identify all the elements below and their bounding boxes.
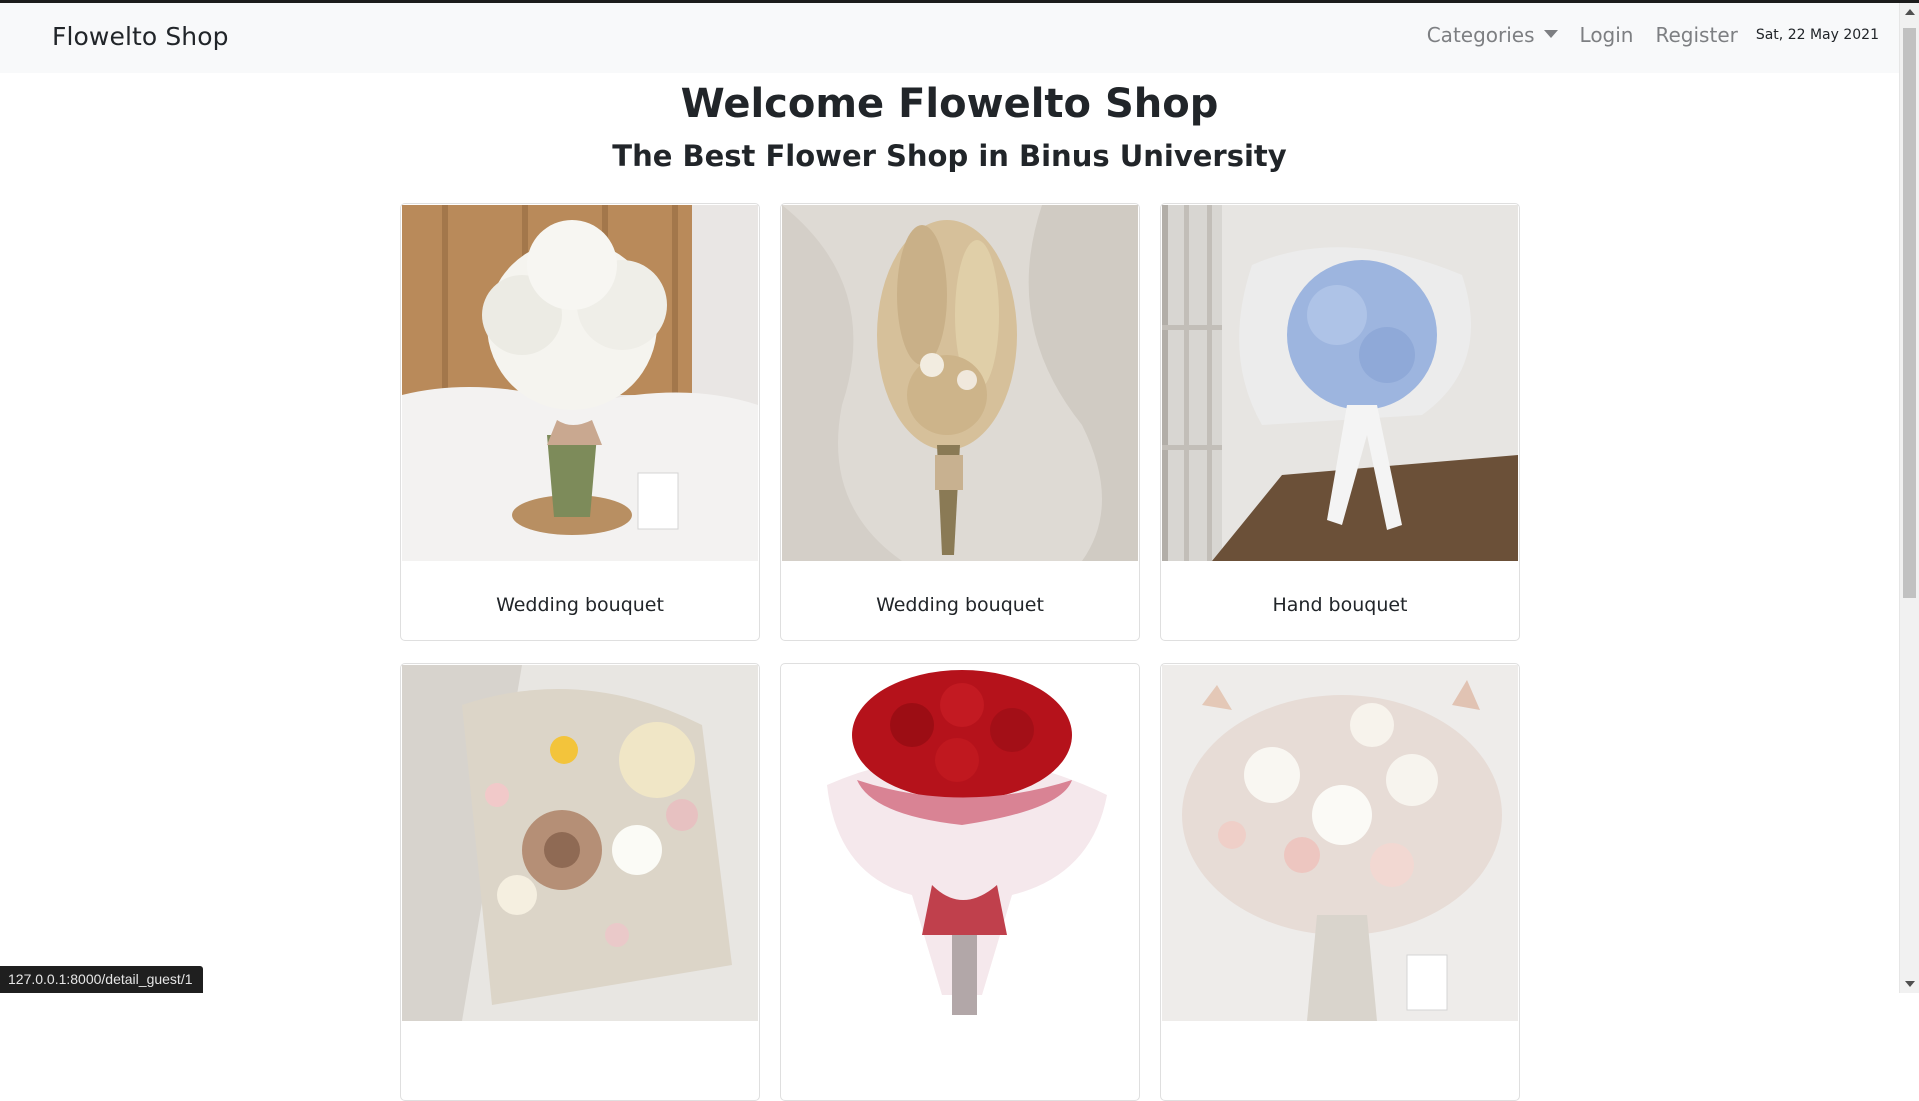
product-card[interactable]: Wedding bouquet (400, 203, 760, 641)
current-date: Sat, 22 May 2021 (1756, 27, 1879, 43)
register-link[interactable]: Register (1656, 23, 1738, 47)
scroll-down-arrow-icon[interactable] (1905, 981, 1915, 987)
categories-dropdown[interactable]: Categories (1427, 23, 1558, 47)
page-subtitle: The Best Flower Shop in Binus University (0, 139, 1899, 173)
product-card[interactable] (1160, 663, 1520, 1101)
navbar: Flowelto Shop Categories Login Register … (0, 3, 1899, 73)
categories-label: Categories (1427, 23, 1535, 47)
brand-link[interactable]: Flowelto Shop (52, 22, 229, 51)
product-name[interactable]: Hand bouquet (1161, 594, 1519, 616)
product-image[interactable] (782, 665, 1138, 1021)
scroll-up-arrow-icon[interactable] (1905, 9, 1915, 15)
product-card[interactable] (780, 663, 1140, 1101)
caret-down-icon (1544, 30, 1558, 38)
product-name[interactable]: Wedding bouquet (401, 594, 759, 616)
product-card[interactable]: Hand bouquet (1160, 203, 1520, 641)
product-image[interactable] (1162, 665, 1518, 1021)
page-title: Welcome Flowelto Shop (0, 81, 1899, 127)
product-image[interactable] (782, 205, 1138, 561)
product-card[interactable]: Wedding bouquet (780, 203, 1140, 641)
product-image[interactable] (1162, 205, 1518, 561)
scroll-thumb[interactable] (1903, 28, 1916, 598)
product-name[interactable]: Wedding bouquet (781, 594, 1139, 616)
product-image[interactable] (402, 205, 758, 561)
login-link[interactable]: Login (1580, 23, 1634, 47)
nav-menu: Categories Login Register Sat, 22 May 20… (1427, 23, 1879, 47)
page-scrollbar[interactable] (1899, 3, 1919, 993)
product-image[interactable] (402, 665, 758, 1021)
product-card[interactable] (400, 663, 760, 1101)
status-bar-url: 127.0.0.1:8000/detail_guest/1 (0, 966, 203, 993)
